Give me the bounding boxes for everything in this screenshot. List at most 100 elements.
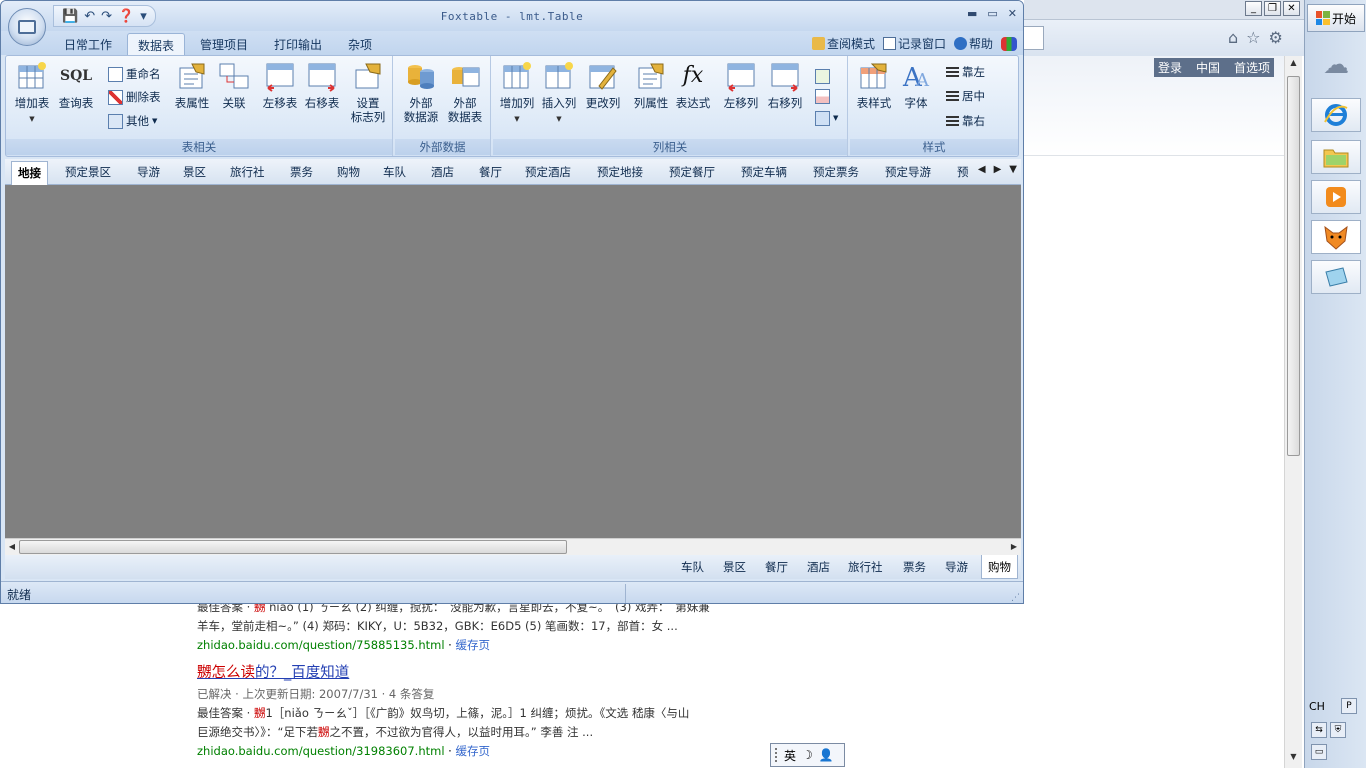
- notebook-icon[interactable]: [1311, 260, 1361, 294]
- result2-url[interactable]: zhidao.baidu.com/question/31983607.html: [197, 744, 445, 758]
- font-button[interactable]: AA 字体: [896, 60, 936, 130]
- sheet-tab[interactable]: 餐厅: [479, 164, 502, 180]
- sheet-tab[interactable]: 预定票务: [813, 164, 859, 180]
- delete-table-button[interactable]: 删除表: [108, 87, 161, 107]
- shield-icon[interactable]: ⛨: [1330, 722, 1346, 738]
- network-icon[interactable]: ⇆: [1311, 722, 1327, 738]
- scroll-left-arrow-icon[interactable]: ◀: [6, 540, 18, 554]
- maximize-button[interactable]: ▭: [987, 7, 997, 20]
- language-indicator[interactable]: CH: [1309, 700, 1325, 713]
- horizontal-scroll-thumb[interactable]: [19, 540, 567, 554]
- refresh-column-button[interactable]: [815, 66, 830, 86]
- bottom-tab[interactable]: 景区: [723, 559, 746, 575]
- bottom-tab[interactable]: 酒店: [807, 559, 830, 575]
- media-player-icon[interactable]: [1311, 180, 1361, 214]
- display-icon[interactable]: ▭: [1311, 743, 1327, 760]
- scroll-right-arrow-icon[interactable]: ▶: [1008, 540, 1020, 554]
- scroll-up-arrow-icon[interactable]: ▲: [1287, 58, 1300, 72]
- bottom-tab[interactable]: 车队: [681, 559, 704, 575]
- bottom-tab[interactable]: 导游: [945, 559, 968, 575]
- table-style-button[interactable]: 表样式: [854, 60, 894, 130]
- start-button[interactable]: 开始: [1307, 4, 1365, 32]
- scroll-down-arrow-icon[interactable]: ▼: [1287, 752, 1300, 766]
- set-flag-column-button[interactable]: 设置 标志列: [348, 60, 388, 130]
- sheet-tab[interactable]: 车队: [383, 164, 406, 180]
- tab-scroll-right-icon[interactable]: ▶: [994, 164, 1002, 175]
- sheet-tab[interactable]: 预定地接: [597, 164, 643, 180]
- preferences-link[interactable]: 首选项: [1234, 59, 1270, 76]
- tab-data-table[interactable]: 数据表: [127, 33, 185, 55]
- application-menu-button[interactable]: [8, 8, 46, 46]
- soft-keyboard-person-icon[interactable]: 👤: [819, 748, 834, 762]
- column-swap-button[interactable]: [815, 86, 830, 106]
- rename-button[interactable]: 重命名: [108, 64, 161, 84]
- view-mode-link[interactable]: 查阅模式: [811, 35, 875, 52]
- sheet-tab[interactable]: 预: [957, 164, 969, 180]
- relation-button[interactable]: 关联: [214, 60, 254, 130]
- tab-daily-work[interactable]: 日常工作: [53, 33, 123, 55]
- tab-scroll-left-icon[interactable]: ◀: [978, 164, 986, 175]
- expression-button[interactable]: fx 表达式: [673, 60, 713, 130]
- browser-restore-button[interactable]: ❐: [1264, 1, 1281, 16]
- sheet-tab[interactable]: 景区: [183, 164, 206, 180]
- result1-cache-link[interactable]: 缓存页: [456, 638, 491, 652]
- tab-list-dropdown-icon[interactable]: ▼: [1009, 164, 1017, 175]
- external-source-button[interactable]: 外部 数据源: [401, 60, 441, 130]
- insert-column-button[interactable]: 插入列 ▼: [539, 60, 579, 130]
- sheet-tab[interactable]: 票务: [290, 164, 313, 180]
- users-icon[interactable]: [1001, 36, 1017, 51]
- add-column-button[interactable]: 增加列 ▼: [497, 60, 537, 130]
- sheet-tab[interactable]: 预定车辆: [741, 164, 787, 180]
- result1-url[interactable]: zhidao.baidu.com/question/75885135.html: [197, 638, 445, 652]
- resize-grip-icon[interactable]: ⋰: [1011, 593, 1020, 603]
- help-link[interactable]: 帮助: [953, 35, 993, 52]
- sheet-tab[interactable]: 导游: [137, 164, 160, 180]
- cloud-icon[interactable]: ☁: [1311, 48, 1361, 82]
- record-window-link[interactable]: 记录窗口: [882, 35, 946, 52]
- china-link[interactable]: 中国: [1196, 59, 1220, 76]
- external-table-button[interactable]: 外部 数据表: [445, 60, 485, 130]
- horizontal-scrollbar[interactable]: ◀ ▶: [5, 538, 1021, 555]
- sheet-tab[interactable]: 地接: [11, 161, 48, 185]
- favorites-star-icon[interactable]: ☆: [1246, 28, 1260, 47]
- sheet-tab[interactable]: 预定景区: [65, 164, 111, 180]
- table-properties-button[interactable]: 表属性: [172, 60, 212, 130]
- result2-cache-link[interactable]: 缓存页: [456, 744, 491, 758]
- login-link[interactable]: 登录: [1158, 59, 1182, 76]
- bottom-tab[interactable]: 旅行社: [848, 559, 883, 575]
- bottom-tab[interactable]: 餐厅: [765, 559, 788, 575]
- table-grid-area[interactable]: [5, 185, 1021, 538]
- input-pad-icon[interactable]: P: [1341, 698, 1361, 718]
- move-table-right-button[interactable]: 右移表: [302, 60, 342, 130]
- ie-icon[interactable]: [1311, 98, 1361, 132]
- close-button[interactable]: ✕: [1008, 7, 1017, 20]
- half-width-moon-icon[interactable]: ☽: [802, 748, 813, 762]
- tools-gear-icon[interactable]: ⚙: [1269, 28, 1283, 47]
- sheet-tab[interactable]: 购物: [337, 164, 360, 180]
- add-table-button[interactable]: 增加表 ▼: [12, 60, 52, 130]
- move-column-left-button[interactable]: 左移列: [721, 60, 761, 130]
- scroll-thumb[interactable]: [1287, 76, 1300, 456]
- sheet-tab[interactable]: 预定酒店: [525, 164, 571, 180]
- address-field-edge[interactable]: [1024, 26, 1044, 50]
- sheet-tab[interactable]: 酒店: [431, 164, 454, 180]
- align-center-button[interactable]: 居中: [946, 86, 985, 106]
- ime-grip-handle[interactable]: [775, 748, 778, 762]
- folder-icon[interactable]: [1311, 140, 1361, 174]
- tab-misc[interactable]: 杂项: [337, 33, 383, 55]
- bottom-tab[interactable]: 购物: [981, 555, 1018, 579]
- sheet-tab[interactable]: 预定餐厅: [669, 164, 715, 180]
- change-column-button[interactable]: 更改列: [583, 60, 623, 130]
- result2-title-link[interactable]: 嬲怎么读的？_百度知道: [197, 661, 787, 685]
- align-left-button[interactable]: 靠左: [946, 62, 985, 82]
- home-icon[interactable]: ⌂: [1228, 28, 1238, 47]
- column-layout-dropdown[interactable]: ▼: [815, 108, 838, 128]
- query-table-button[interactable]: SQL 查询表: [56, 60, 96, 130]
- tab-print-output[interactable]: 打印输出: [263, 33, 333, 55]
- move-column-right-button[interactable]: 右移列: [765, 60, 805, 130]
- minimize-button[interactable]: ▬: [967, 7, 977, 20]
- browser-close-button[interactable]: ✕: [1283, 1, 1300, 16]
- column-properties-button[interactable]: 列属性: [631, 60, 671, 130]
- browser-minimize-button[interactable]: _: [1245, 1, 1262, 16]
- bottom-tab[interactable]: 票务: [903, 559, 926, 575]
